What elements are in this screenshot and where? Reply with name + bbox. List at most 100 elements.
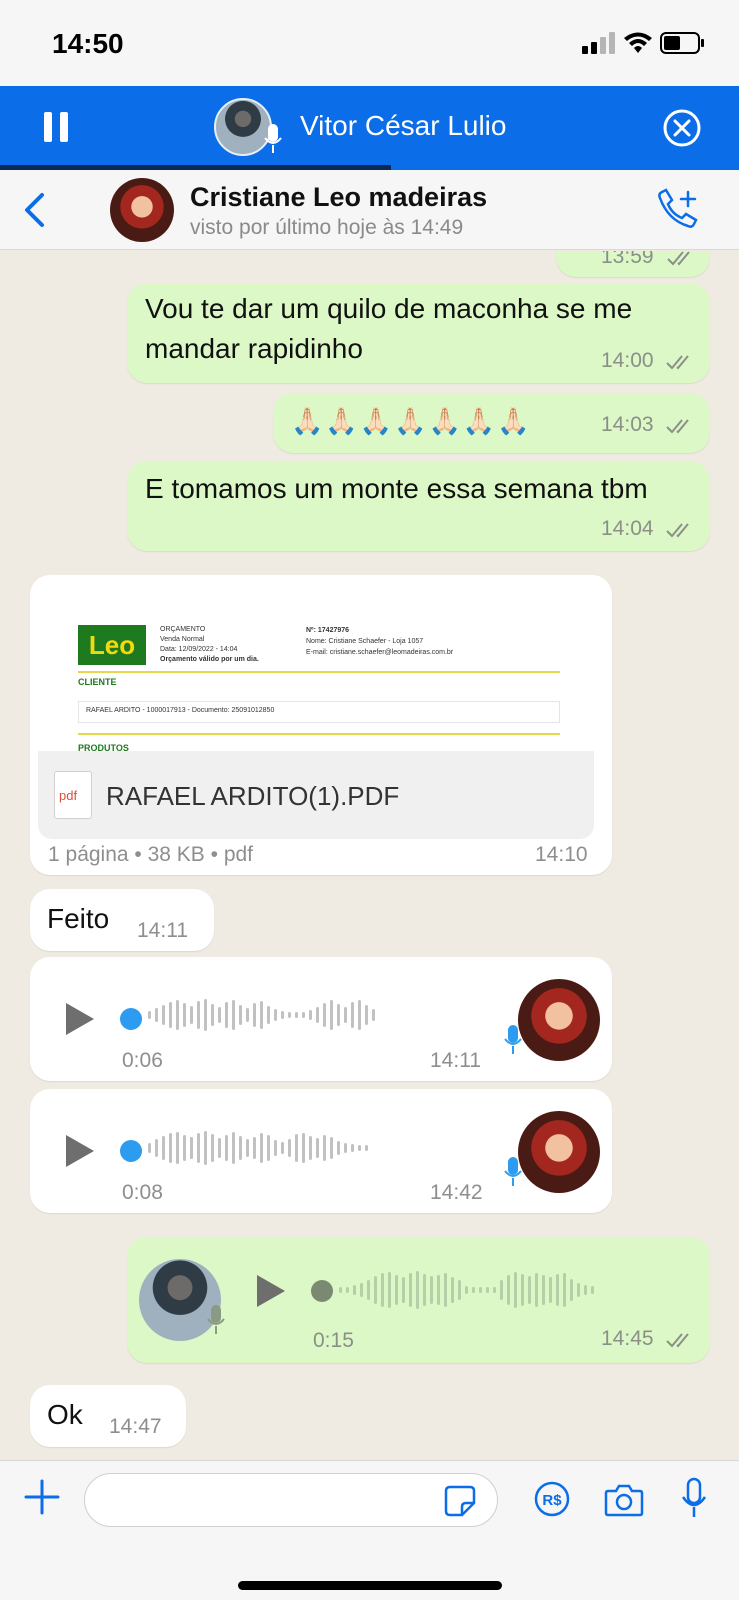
waveform-bar <box>323 1135 326 1161</box>
waveform-bar <box>500 1280 503 1300</box>
preview-section: PRODUTOS <box>78 743 129 751</box>
document-preview[interactable]: Leo ORÇAMENTO Venda Normal Data: 12/09/2… <box>38 583 594 751</box>
microphone-icon <box>504 1157 522 1186</box>
waveform-bar <box>246 1139 249 1157</box>
close-circle-icon[interactable] <box>662 108 702 148</box>
waveform-bar <box>344 1143 347 1153</box>
active-call-bar[interactable]: Vitor César Lulio <box>0 86 739 170</box>
contact-avatar <box>518 1111 600 1193</box>
chat-area[interactable]: 13:59 Vou te dar um quilo de maconha se … <box>0 251 739 1460</box>
waveform-bar <box>288 1012 291 1018</box>
waveform-bar <box>162 1005 165 1025</box>
preview-line: E-mail: cristiane.schaefer@leomadeiras.c… <box>306 649 454 656</box>
message-time: 13:59 <box>601 251 654 268</box>
waveform-bar <box>330 1137 333 1159</box>
audio-waveform[interactable] <box>339 1271 598 1311</box>
document-file-bar[interactable]: pdf RAFAEL ARDITO(1).PDF <box>38 751 594 839</box>
waveform-bar <box>563 1273 566 1307</box>
preview-line: Nome: Cristiane Schaefer - Loja 1057 <box>306 638 424 645</box>
waveform-bar <box>190 1137 193 1159</box>
caller-name: Vitor César Lulio <box>300 110 507 141</box>
read-ticks-icon <box>666 523 689 538</box>
microphone-icon[interactable] <box>680 1477 708 1521</box>
camera-icon[interactable] <box>604 1483 644 1517</box>
message-time: 14:11 <box>137 919 188 942</box>
message-time: 14:10 <box>535 843 588 866</box>
message-bubble[interactable]: 🙏🏻🙏🏻🙏🏻🙏🏻🙏🏻🙏🏻🙏🏻 14:03 <box>273 393 710 453</box>
waveform-bar <box>507 1275 510 1305</box>
plus-icon[interactable] <box>24 1479 60 1515</box>
message-text: Ok <box>47 1399 83 1430</box>
waveform-bar <box>316 1138 319 1158</box>
playback-dot[interactable] <box>120 1140 142 1162</box>
waveform-bar <box>344 1007 347 1023</box>
voice-message[interactable]: 0:15 14:45 <box>127 1237 710 1363</box>
waveform-bar <box>302 1133 305 1163</box>
play-icon[interactable] <box>66 1003 94 1035</box>
microphone-icon <box>264 124 282 153</box>
waveform-bar <box>372 1009 375 1021</box>
home-indicator <box>238 1581 502 1590</box>
preview-section: CLIENTE <box>78 677 117 687</box>
chevron-left-icon[interactable] <box>22 192 46 228</box>
waveform-bar <box>176 1000 179 1030</box>
contact-avatar[interactable] <box>110 178 174 242</box>
message-time: 14:45 <box>601 1327 654 1350</box>
waveform-bar <box>232 1000 235 1030</box>
message-emoji: 🙏🏻🙏🏻🙏🏻🙏🏻🙏🏻🙏🏻🙏🏻 <box>291 406 532 436</box>
phone-plus-icon[interactable] <box>654 188 700 232</box>
voice-message[interactable]: 0:08 14:42 <box>30 1089 612 1213</box>
pdf-file-icon: pdf <box>54 771 92 819</box>
payment-icon[interactable]: R$ <box>534 1481 570 1517</box>
status-bar: 14:50 <box>0 0 739 86</box>
waveform-bar <box>316 1007 319 1023</box>
waveform-bar <box>274 1009 277 1021</box>
message-time: 14:47 <box>109 1415 162 1438</box>
waveform-bar <box>232 1132 235 1164</box>
message-input[interactable] <box>84 1473 498 1527</box>
waveform-bar <box>339 1287 342 1293</box>
message-time: 14:04 <box>601 517 654 540</box>
audio-duration: 0:15 <box>313 1329 354 1352</box>
voice-message[interactable]: 0:06 14:11 <box>30 957 612 1081</box>
audio-waveform[interactable] <box>148 1131 372 1171</box>
contact-name[interactable]: Cristiane Leo madeiras <box>190 182 487 213</box>
waveform-bar <box>367 1280 370 1300</box>
read-ticks-icon <box>667 251 690 266</box>
waveform-bar <box>584 1285 587 1295</box>
waveform-bar <box>353 1285 356 1295</box>
playback-dot[interactable] <box>120 1008 142 1030</box>
waveform-bar <box>148 1143 151 1153</box>
document-file-info: 1 página • 38 KB • pdf <box>48 843 254 866</box>
sticker-icon[interactable] <box>444 1485 476 1517</box>
play-icon[interactable] <box>257 1275 285 1307</box>
waveform-bar <box>323 1003 326 1027</box>
message-time: 14:00 <box>601 349 654 372</box>
message-bubble[interactable]: Feito 14:11 <box>30 889 214 951</box>
chat-header: Cristiane Leo madeiras visto por último … <box>0 170 739 250</box>
audio-waveform[interactable] <box>148 999 379 1039</box>
waveform-bar <box>260 1133 263 1163</box>
waveform-bar <box>381 1273 384 1307</box>
waveform-bar <box>309 1136 312 1160</box>
waveform-bar <box>309 1010 312 1020</box>
message-bubble[interactable]: Ok 14:47 <box>30 1385 186 1447</box>
document-message[interactable]: Leo ORÇAMENTO Venda Normal Data: 12/09/2… <box>30 575 612 875</box>
microphone-icon <box>504 1025 522 1054</box>
waveform-bar <box>472 1287 475 1293</box>
preview-line: ORÇAMENTO <box>160 626 206 633</box>
message-bubble[interactable]: E tomamos um monte essa semana tbm 14:04 <box>127 461 710 551</box>
contact-avatar <box>518 979 600 1061</box>
message-text: mandar rapidinho <box>145 333 363 364</box>
waveform-bar <box>204 1131 207 1165</box>
play-icon[interactable] <box>66 1135 94 1167</box>
message-bubble[interactable]: 13:59 <box>556 251 710 277</box>
pause-icon[interactable] <box>44 112 70 142</box>
waveform-bar <box>521 1274 524 1306</box>
waveform-bar <box>288 1139 291 1157</box>
message-bubble[interactable]: Vou te dar um quilo de maconha se me man… <box>127 283 710 383</box>
waveform-bar <box>246 1008 249 1022</box>
playback-dot[interactable] <box>311 1280 333 1302</box>
read-ticks-icon <box>666 419 689 434</box>
status-time: 14:50 <box>52 28 124 59</box>
